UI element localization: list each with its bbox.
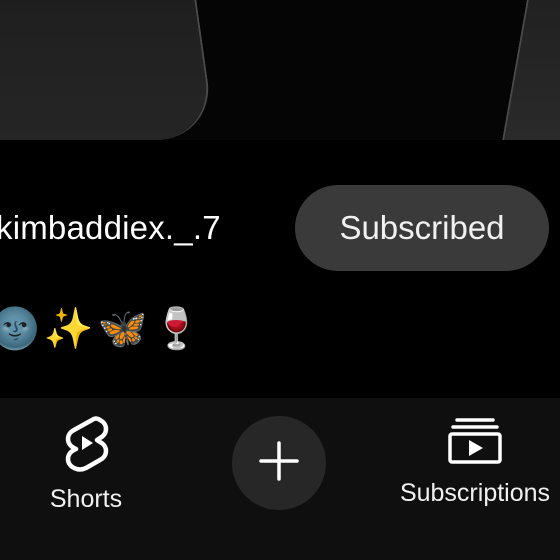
channel-bio: 🌚 ✨ 🦋 🍷 [0,304,201,354]
sparkles-emoji: ✨ [43,306,94,352]
video-preview[interactable] [0,0,560,140]
channel-name[interactable]: kimbaddiex._.7 [0,209,221,247]
bottom-navigation-bar: Shorts Subscriptions [0,398,560,560]
new-moon-face-emoji: 🌚 [0,306,40,352]
nav-item-shorts[interactable]: Shorts [40,416,132,514]
video-figure-right [502,0,560,140]
plus-icon [257,439,301,488]
create-button[interactable] [232,416,326,510]
shorts-player-screen: kimbaddiex._.7 Subscribed 🌚 ✨ 🦋 🍷 Shorts [0,0,560,560]
subscribed-button[interactable]: Subscribed [295,185,549,271]
shorts-icon [62,416,110,477]
nav-label-shorts: Shorts [49,485,123,513]
nav-item-subscriptions[interactable]: Subscriptions [390,416,560,508]
butterfly-emoji: 🦋 [97,306,148,352]
channel-row: kimbaddiex._.7 Subscribed [0,185,560,271]
video-figure-left [0,0,217,140]
nav-label-subscriptions: Subscriptions [399,479,551,507]
wine-glass-emoji: 🍷 [151,306,202,352]
subscriptions-icon [447,416,503,471]
